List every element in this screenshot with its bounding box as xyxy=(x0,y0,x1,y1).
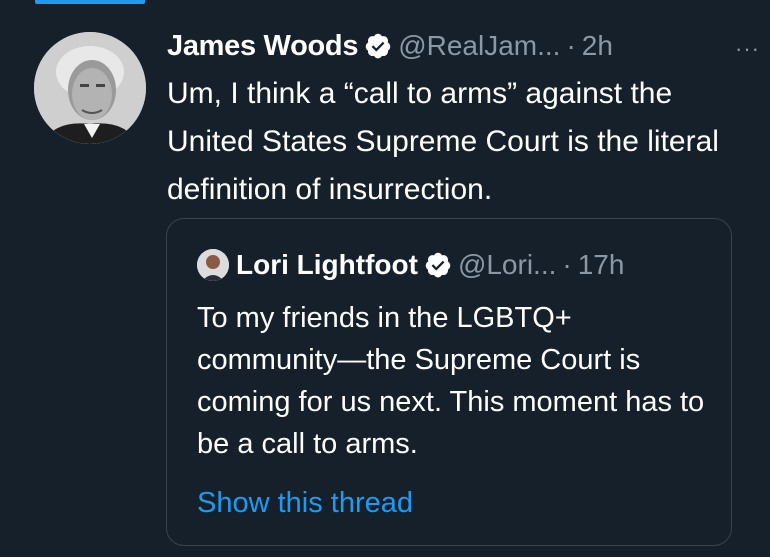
quoted-tweet-timestamp: 17h xyxy=(577,249,625,280)
tweet-header: James Woods @RealJam... · 2h xyxy=(167,26,740,66)
verified-badge-icon xyxy=(424,251,452,279)
verified-badge-icon xyxy=(364,32,392,60)
quoted-tweet-header: Lori Lightfoot @Lori... · 17h xyxy=(197,245,624,285)
author-avatar[interactable] xyxy=(34,32,146,144)
separator-dot: · xyxy=(562,249,572,280)
quoted-tweet-card[interactable]: Lori Lightfoot @Lori... · 17h To my frie… xyxy=(166,218,732,546)
quoted-author-avatar xyxy=(197,249,229,281)
author-handle[interactable]: @RealJam... xyxy=(398,30,560,62)
separator-dot: · xyxy=(566,30,576,61)
tweet-text: Um, I think a “call to arms” against the… xyxy=(167,77,719,206)
show-thread-link[interactable]: Show this thread xyxy=(197,487,413,520)
more-options-icon[interactable]: ··· xyxy=(735,36,760,62)
quoted-tweet-text: To my friends in the LGBTQ+ community—th… xyxy=(197,302,705,460)
active-tab-indicator xyxy=(35,0,145,4)
author-name[interactable]: James Woods xyxy=(167,30,358,63)
quoted-author-name: Lori Lightfoot xyxy=(236,249,418,280)
tweet-timestamp[interactable]: 2h xyxy=(582,30,613,62)
quoted-author-handle: @Lori... xyxy=(457,249,557,280)
